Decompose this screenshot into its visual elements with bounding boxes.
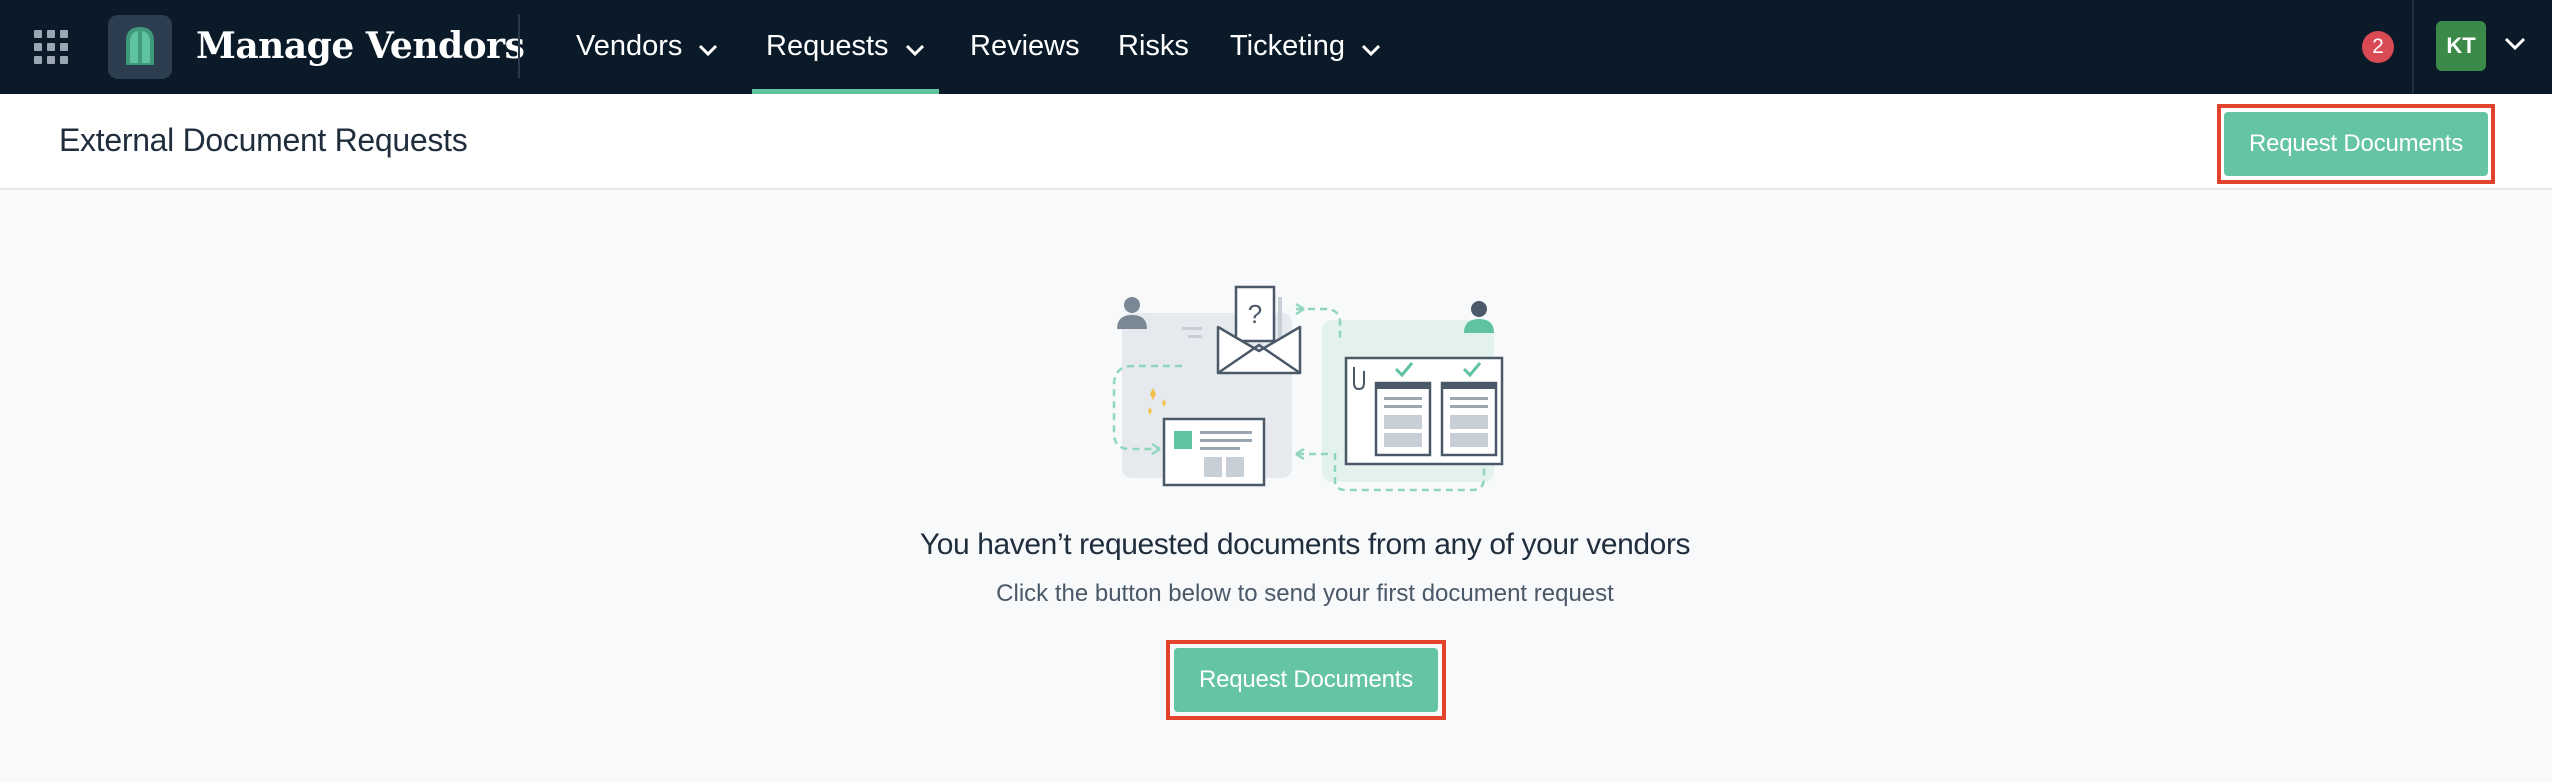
divider bbox=[518, 14, 520, 78]
nav-ticketing-label: Ticketing bbox=[1230, 30, 1345, 62]
nav-risks-label: Risks bbox=[1118, 30, 1189, 62]
app-grid-icon[interactable] bbox=[34, 30, 68, 64]
page-title: External Document Requests bbox=[59, 122, 468, 158]
user-avatar[interactable]: KT bbox=[2436, 21, 2486, 71]
nav-risks[interactable]: Risks bbox=[1118, 0, 1189, 94]
chevron-down-icon bbox=[905, 1, 925, 93]
request-documents-empty-button[interactable]: Request Documents bbox=[1174, 648, 1438, 712]
empty-state-title: You haven’t requested documents from any… bbox=[919, 528, 1691, 561]
document-request-illustration: ? bbox=[1100, 285, 1520, 505]
nav-vendors[interactable]: Vendors bbox=[576, 0, 718, 94]
request-documents-button[interactable]: Request Documents bbox=[2224, 112, 2488, 176]
notification-badge[interactable]: 2 bbox=[2362, 31, 2394, 63]
svg-text:?: ? bbox=[1248, 299, 1262, 329]
nav-reviews[interactable]: Reviews bbox=[970, 0, 1080, 94]
chevron-down-icon bbox=[698, 1, 718, 93]
nav-ticketing[interactable]: Ticketing bbox=[1230, 0, 1381, 94]
nav-requests-label: Requests bbox=[766, 30, 889, 62]
chevron-down-icon bbox=[1361, 1, 1381, 93]
page-header: External Document Requests bbox=[0, 94, 2552, 190]
nav-vendors-label: Vendors bbox=[576, 30, 683, 62]
app-title: Manage Vendors bbox=[196, 25, 525, 67]
nav-requests[interactable]: Requests bbox=[752, 0, 938, 94]
chevron-down-icon[interactable] bbox=[2504, 37, 2526, 56]
top-nav: Manage Vendors Vendors Requests Reviews … bbox=[0, 0, 2552, 94]
divider bbox=[2412, 0, 2414, 94]
app-logo-icon[interactable] bbox=[108, 15, 172, 79]
nav-reviews-label: Reviews bbox=[970, 30, 1080, 62]
empty-state-subtitle: Click the button below to send your firs… bbox=[996, 580, 1614, 607]
